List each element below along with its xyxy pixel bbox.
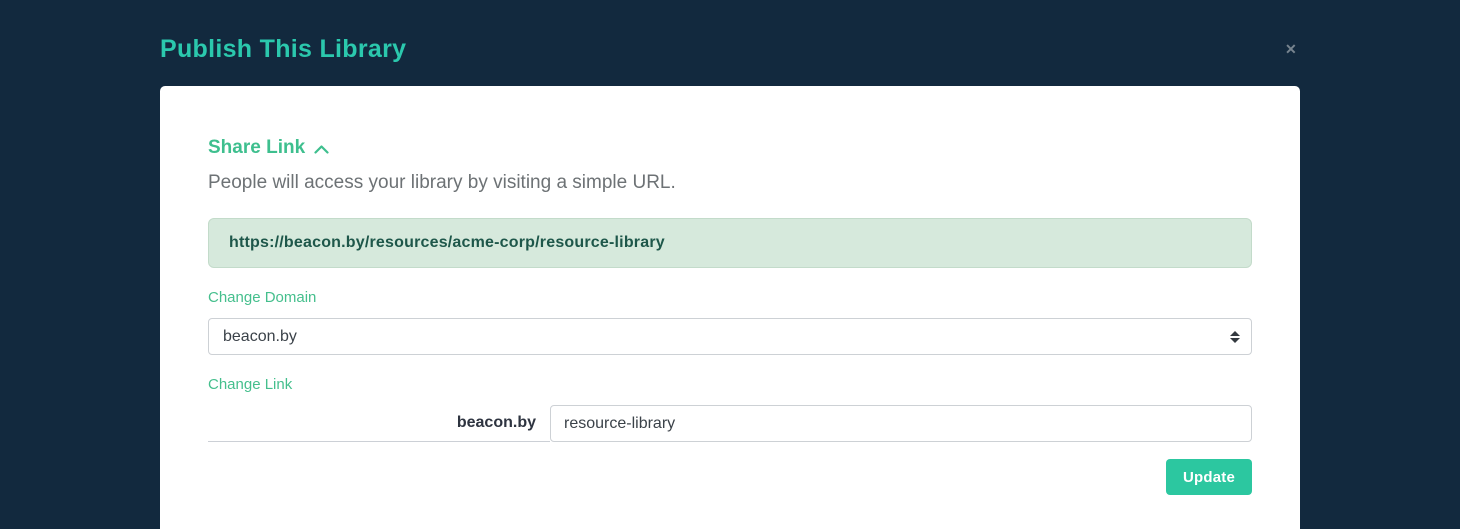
link-slug-input[interactable]: [550, 405, 1252, 442]
share-link-description: People will access your library by visit…: [208, 172, 676, 193]
modal-card: Share Link People will access your libra…: [160, 86, 1300, 529]
close-icon[interactable]: ✕: [1285, 42, 1297, 56]
publish-library-modal: Publish This Library ✕ Share Link People…: [0, 0, 1460, 529]
actions-row: Update: [208, 459, 1252, 495]
share-link-heading-label: Share Link: [208, 136, 306, 158]
share-url-text: https://beacon.by/resources/acme-corp/re…: [229, 234, 665, 251]
domain-select-wrap: beacon.by: [208, 318, 1252, 355]
share-link-section-toggle[interactable]: Share Link: [208, 134, 1252, 160]
update-button[interactable]: Update: [1165, 459, 1252, 495]
change-domain-label: Change Domain: [208, 289, 317, 306]
link-domain-prefix: beacon.by: [208, 405, 550, 442]
change-link-label: Change Link: [208, 376, 293, 393]
domain-select[interactable]: beacon.by: [208, 318, 1252, 355]
change-link-input-group: beacon.by: [208, 405, 1252, 442]
share-url-box[interactable]: https://beacon.by/resources/acme-corp/re…: [208, 218, 1252, 268]
chevron-up-icon: [314, 137, 329, 160]
modal-title: Publish This Library: [160, 35, 407, 63]
